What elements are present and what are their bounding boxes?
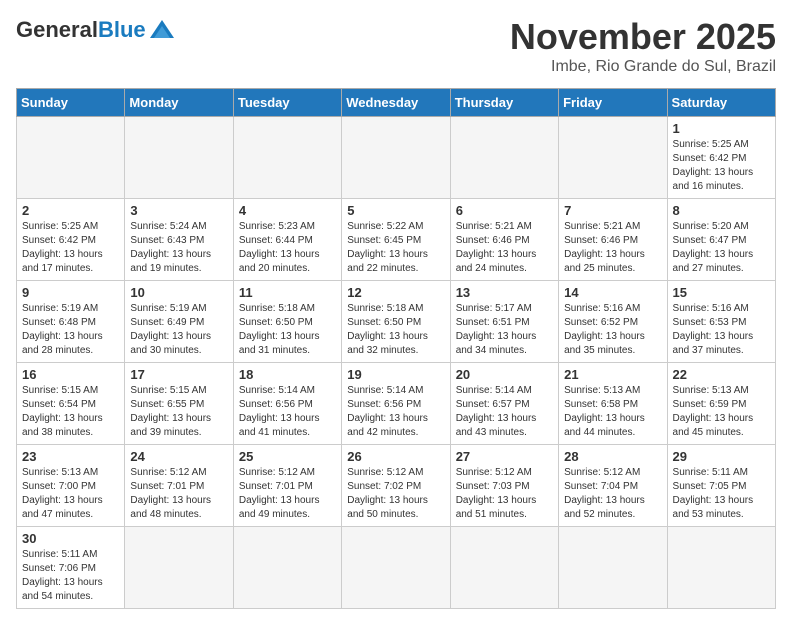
calendar-row-2: 2 Sunrise: 5:25 AM Sunset: 6:42 PM Dayli… (17, 199, 776, 281)
day-2: 2 Sunrise: 5:25 AM Sunset: 6:42 PM Dayli… (17, 199, 125, 281)
day-9: 9 Sunrise: 5:19 AM Sunset: 6:48 PM Dayli… (17, 281, 125, 363)
col-thursday: Thursday (450, 89, 558, 117)
empty-cell (125, 117, 233, 199)
location-title: Imbe, Rio Grande do Sul, Brazil (510, 58, 776, 76)
day-22: 22 Sunrise: 5:13 AM Sunset: 6:59 PM Dayl… (667, 363, 775, 445)
day-25: 25 Sunrise: 5:12 AM Sunset: 7:01 PM Dayl… (233, 445, 341, 527)
day-17: 17 Sunrise: 5:15 AM Sunset: 6:55 PM Dayl… (125, 363, 233, 445)
logo-text: GeneralBlue (16, 19, 146, 41)
day-11: 11 Sunrise: 5:18 AM Sunset: 6:50 PM Dayl… (233, 281, 341, 363)
day-16: 16 Sunrise: 5:15 AM Sunset: 6:54 PM Dayl… (17, 363, 125, 445)
day-28: 28 Sunrise: 5:12 AM Sunset: 7:04 PM Dayl… (559, 445, 667, 527)
day-14: 14 Sunrise: 5:16 AM Sunset: 6:52 PM Dayl… (559, 281, 667, 363)
day-7: 7 Sunrise: 5:21 AM Sunset: 6:46 PM Dayli… (559, 199, 667, 281)
day-3: 3 Sunrise: 5:24 AM Sunset: 6:43 PM Dayli… (125, 199, 233, 281)
col-friday: Friday (559, 89, 667, 117)
title-area: November 2025 Imbe, Rio Grande do Sul, B… (510, 16, 776, 76)
col-tuesday: Tuesday (233, 89, 341, 117)
col-wednesday: Wednesday (342, 89, 450, 117)
empty-cell (559, 117, 667, 199)
day-21: 21 Sunrise: 5:13 AM Sunset: 6:58 PM Dayl… (559, 363, 667, 445)
day-6: 6 Sunrise: 5:21 AM Sunset: 6:46 PM Dayli… (450, 199, 558, 281)
calendar-table: Sunday Monday Tuesday Wednesday Thursday… (16, 88, 776, 609)
empty-cell (559, 527, 667, 609)
day-29: 29 Sunrise: 5:11 AM Sunset: 7:05 PM Dayl… (667, 445, 775, 527)
day-13: 13 Sunrise: 5:17 AM Sunset: 6:51 PM Dayl… (450, 281, 558, 363)
day-19: 19 Sunrise: 5:14 AM Sunset: 6:56 PM Dayl… (342, 363, 450, 445)
day-12: 12 Sunrise: 5:18 AM Sunset: 6:50 PM Dayl… (342, 281, 450, 363)
empty-cell (342, 117, 450, 199)
day-1: 1 Sunrise: 5:25 AM Sunset: 6:42 PM Dayli… (667, 117, 775, 199)
day-26: 26 Sunrise: 5:12 AM Sunset: 7:02 PM Dayl… (342, 445, 450, 527)
calendar-row-6: 30 Sunrise: 5:11 AM Sunset: 7:06 PM Dayl… (17, 527, 776, 609)
logo-icon (148, 16, 176, 44)
day-24: 24 Sunrise: 5:12 AM Sunset: 7:01 PM Dayl… (125, 445, 233, 527)
day-10: 10 Sunrise: 5:19 AM Sunset: 6:49 PM Dayl… (125, 281, 233, 363)
page-header: GeneralBlue November 2025 Imbe, Rio Gran… (16, 16, 776, 76)
month-title: November 2025 (510, 16, 776, 58)
day-23: 23 Sunrise: 5:13 AM Sunset: 7:00 PM Dayl… (17, 445, 125, 527)
empty-cell (667, 527, 775, 609)
day-27: 27 Sunrise: 5:12 AM Sunset: 7:03 PM Dayl… (450, 445, 558, 527)
day-30: 30 Sunrise: 5:11 AM Sunset: 7:06 PM Dayl… (17, 527, 125, 609)
empty-cell (17, 117, 125, 199)
calendar-row-1: 1 Sunrise: 5:25 AM Sunset: 6:42 PM Dayli… (17, 117, 776, 199)
calendar-row-3: 9 Sunrise: 5:19 AM Sunset: 6:48 PM Dayli… (17, 281, 776, 363)
day-8: 8 Sunrise: 5:20 AM Sunset: 6:47 PM Dayli… (667, 199, 775, 281)
day-4: 4 Sunrise: 5:23 AM Sunset: 6:44 PM Dayli… (233, 199, 341, 281)
day-5: 5 Sunrise: 5:22 AM Sunset: 6:45 PM Dayli… (342, 199, 450, 281)
day-20: 20 Sunrise: 5:14 AM Sunset: 6:57 PM Dayl… (450, 363, 558, 445)
empty-cell (342, 527, 450, 609)
empty-cell (125, 527, 233, 609)
calendar-row-4: 16 Sunrise: 5:15 AM Sunset: 6:54 PM Dayl… (17, 363, 776, 445)
day-15: 15 Sunrise: 5:16 AM Sunset: 6:53 PM Dayl… (667, 281, 775, 363)
empty-cell (450, 117, 558, 199)
col-monday: Monday (125, 89, 233, 117)
day-18: 18 Sunrise: 5:14 AM Sunset: 6:56 PM Dayl… (233, 363, 341, 445)
col-saturday: Saturday (667, 89, 775, 117)
col-sunday: Sunday (17, 89, 125, 117)
empty-cell (233, 527, 341, 609)
empty-cell (450, 527, 558, 609)
calendar-row-5: 23 Sunrise: 5:13 AM Sunset: 7:00 PM Dayl… (17, 445, 776, 527)
empty-cell (233, 117, 341, 199)
logo: GeneralBlue (16, 16, 176, 44)
